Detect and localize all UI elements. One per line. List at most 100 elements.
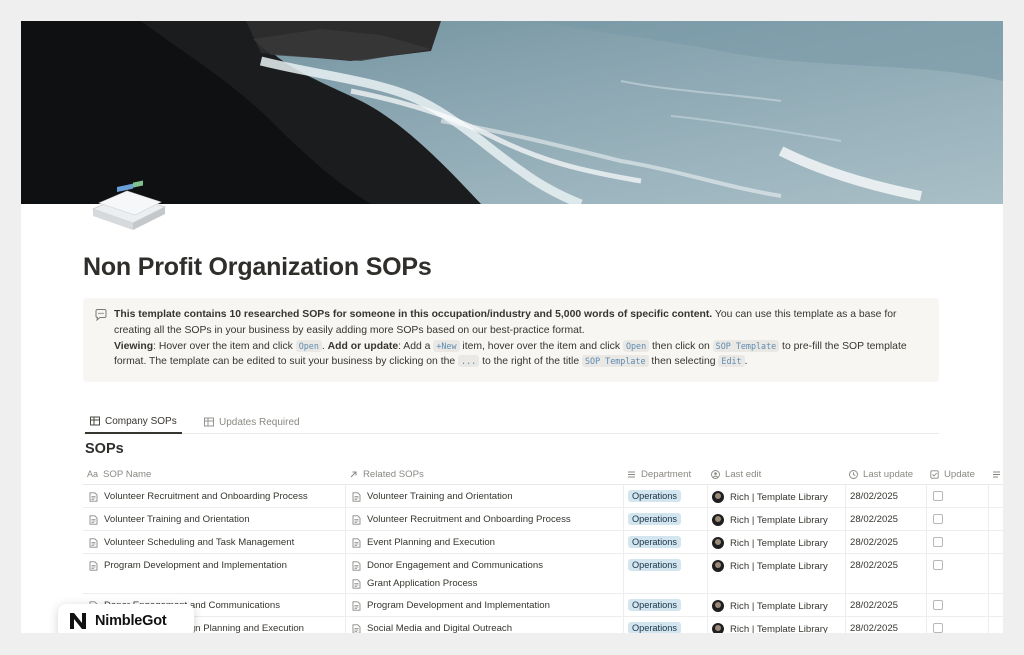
sop-table: Aa SOP Name Related SOPs Department Last… [83,463,1003,633]
cell-sop-name[interactable]: Volunteer Training and Orientation [83,508,345,530]
table-row[interactable]: Fundraising Campaign Planning and Execut… [83,617,1003,633]
cell-department[interactable]: Operations [623,508,707,530]
cell-related-sops[interactable]: Program Development and Implementation [345,594,623,616]
cell-department[interactable]: Operations [623,531,707,553]
callout-intro-bold: This template contains 10 researched SOP… [114,309,713,320]
cell-last-update: 28/02/2025 [845,554,926,593]
related-sop-link[interactable]: Volunteer Training and Orientation [352,491,513,502]
avatar [712,560,724,572]
callout-text-segment: : Add a [398,340,434,352]
update-date: 28/02/2025 [850,600,899,611]
table-header: Aa SOP Name Related SOPs Department Last… [83,463,1003,485]
sop-name[interactable]: Volunteer Scheduling and Task Management [89,537,294,548]
database-title: SOPs [85,441,124,457]
related-sop-link[interactable]: Volunteer Recruitment and Onboarding Pro… [352,514,571,525]
table-row[interactable]: Program Development and Implementation Do… [83,554,1003,594]
speech-bubble-icon [94,308,108,322]
sop-name-text: Volunteer Scheduling and Task Management [104,537,295,548]
notion-page: Non Profit Organization SOPs This templa… [21,21,1003,633]
tab-updates-required[interactable]: Updates Required [199,410,305,434]
update-checkbox[interactable] [933,600,943,610]
cell-sop-name[interactable]: Volunteer Scheduling and Task Management [83,531,345,553]
table-row[interactable]: Volunteer Recruitment and Onboarding Pro… [83,485,1003,508]
update-date: 28/02/2025 [850,491,899,502]
related-sop-text: Volunteer Recruitment and Onboarding Pro… [367,514,571,525]
cell-update [926,508,988,530]
cell-last-update: 28/02/2025 [845,508,926,530]
viewing-label: Viewing [114,340,154,352]
cell-department[interactable]: Operations [623,554,707,593]
column-department[interactable]: Department [627,463,691,485]
cell-related-sops[interactable]: Volunteer Recruitment and Onboarding Pro… [345,508,623,530]
column-more[interactable] [992,463,1001,485]
nimblegot-logo-icon [70,613,86,629]
update-checkbox[interactable] [933,623,943,633]
avatar [712,491,724,503]
column-label: SOP Name [103,468,152,480]
cell-extra [988,531,1003,553]
cell-last-edit: Rich | Template Library [707,554,845,593]
related-sop-link[interactable]: Grant Application Process [352,578,477,589]
cell-extra [988,485,1003,507]
related-sop-link[interactable]: Donor Engagement and Communications [352,560,543,571]
column-last-edit[interactable]: Last edit [711,463,761,485]
cell-related-sops[interactable]: Donor Engagement and Communications Grant… [345,554,623,593]
column-sop-name[interactable]: Aa SOP Name [87,463,151,485]
department-tag: Operations [628,622,681,633]
callout-text: This template contains 10 researched SOP… [114,307,925,370]
sop-name[interactable]: Volunteer Recruitment and Onboarding Pro… [89,491,308,502]
related-sop-link[interactable]: Social Media and Digital Outreach [352,623,512,633]
code-sop-template: SOP Template [712,339,780,352]
callout-block: This template contains 10 researched SOP… [83,298,939,382]
page-icon [89,560,98,571]
page-icon [352,560,361,571]
cell-last-update: 28/02/2025 [845,594,926,616]
tab-label: Updates Required [219,416,300,428]
update-checkbox[interactable] [933,491,943,501]
cell-last-edit: Rich | Template Library [707,594,845,616]
update-checkbox[interactable] [933,514,943,524]
update-checkbox[interactable] [933,560,943,570]
cell-last-edit: Rich | Template Library [707,508,845,530]
cell-extra [988,554,1003,593]
column-update[interactable]: Update [930,463,975,485]
cell-last-update: 28/02/2025 [845,485,926,507]
table-row[interactable]: Volunteer Scheduling and Task Management… [83,531,1003,554]
sop-name[interactable]: Volunteer Training and Orientation [89,514,250,525]
related-sop-link[interactable]: Program Development and Implementation [352,600,550,611]
cell-sop-name[interactable]: Program Development and Implementation [83,554,345,593]
add-update-label: Add or update [327,340,399,352]
sop-name-text: Program Development and Implementation [104,560,287,571]
tab-company-sops[interactable]: Company SOPs [85,410,182,434]
page-icon [352,578,361,589]
cell-related-sops[interactable]: Social Media and Digital Outreach [345,617,623,633]
avatar [712,623,724,633]
cell-related-sops[interactable]: Volunteer Training and Orientation [345,485,623,507]
cell-department[interactable]: Operations [623,485,707,507]
column-label: Last update [863,468,914,480]
cell-last-update: 28/02/2025 [845,617,926,633]
cell-extra [988,508,1003,530]
table-icon [90,416,100,426]
view-tabs: Company SOPs Updates Required [83,410,939,434]
binder-icon[interactable] [89,179,169,233]
cell-update [926,594,988,616]
cell-department[interactable]: Operations [623,594,707,616]
sop-name[interactable]: Program Development and Implementation [89,560,287,571]
update-checkbox[interactable] [933,537,943,547]
table-row[interactable]: Volunteer Training and Orientation Volunt… [83,508,1003,531]
list-icon [628,471,635,477]
nimblegot-badge[interactable]: NimbleGot [58,604,194,633]
cell-related-sops[interactable]: Event Planning and Execution [345,531,623,553]
editor-name: Rich | Template Library [730,623,828,634]
callout-text-segment: then click on [649,340,713,352]
department-tag: Operations [628,599,681,611]
department-tag: Operations [628,559,681,571]
column-last-update[interactable]: Last update [849,463,913,485]
cell-sop-name[interactable]: Volunteer Recruitment and Onboarding Pro… [83,485,345,507]
related-sop-link[interactable]: Event Planning and Execution [352,537,495,548]
column-related-sops[interactable]: Related SOPs [349,463,424,485]
code-sop-template: SOP Template [582,355,649,368]
table-row[interactable]: Donor Engagement and Communications Progr… [83,594,1003,617]
cell-department[interactable]: Operations [623,617,707,633]
